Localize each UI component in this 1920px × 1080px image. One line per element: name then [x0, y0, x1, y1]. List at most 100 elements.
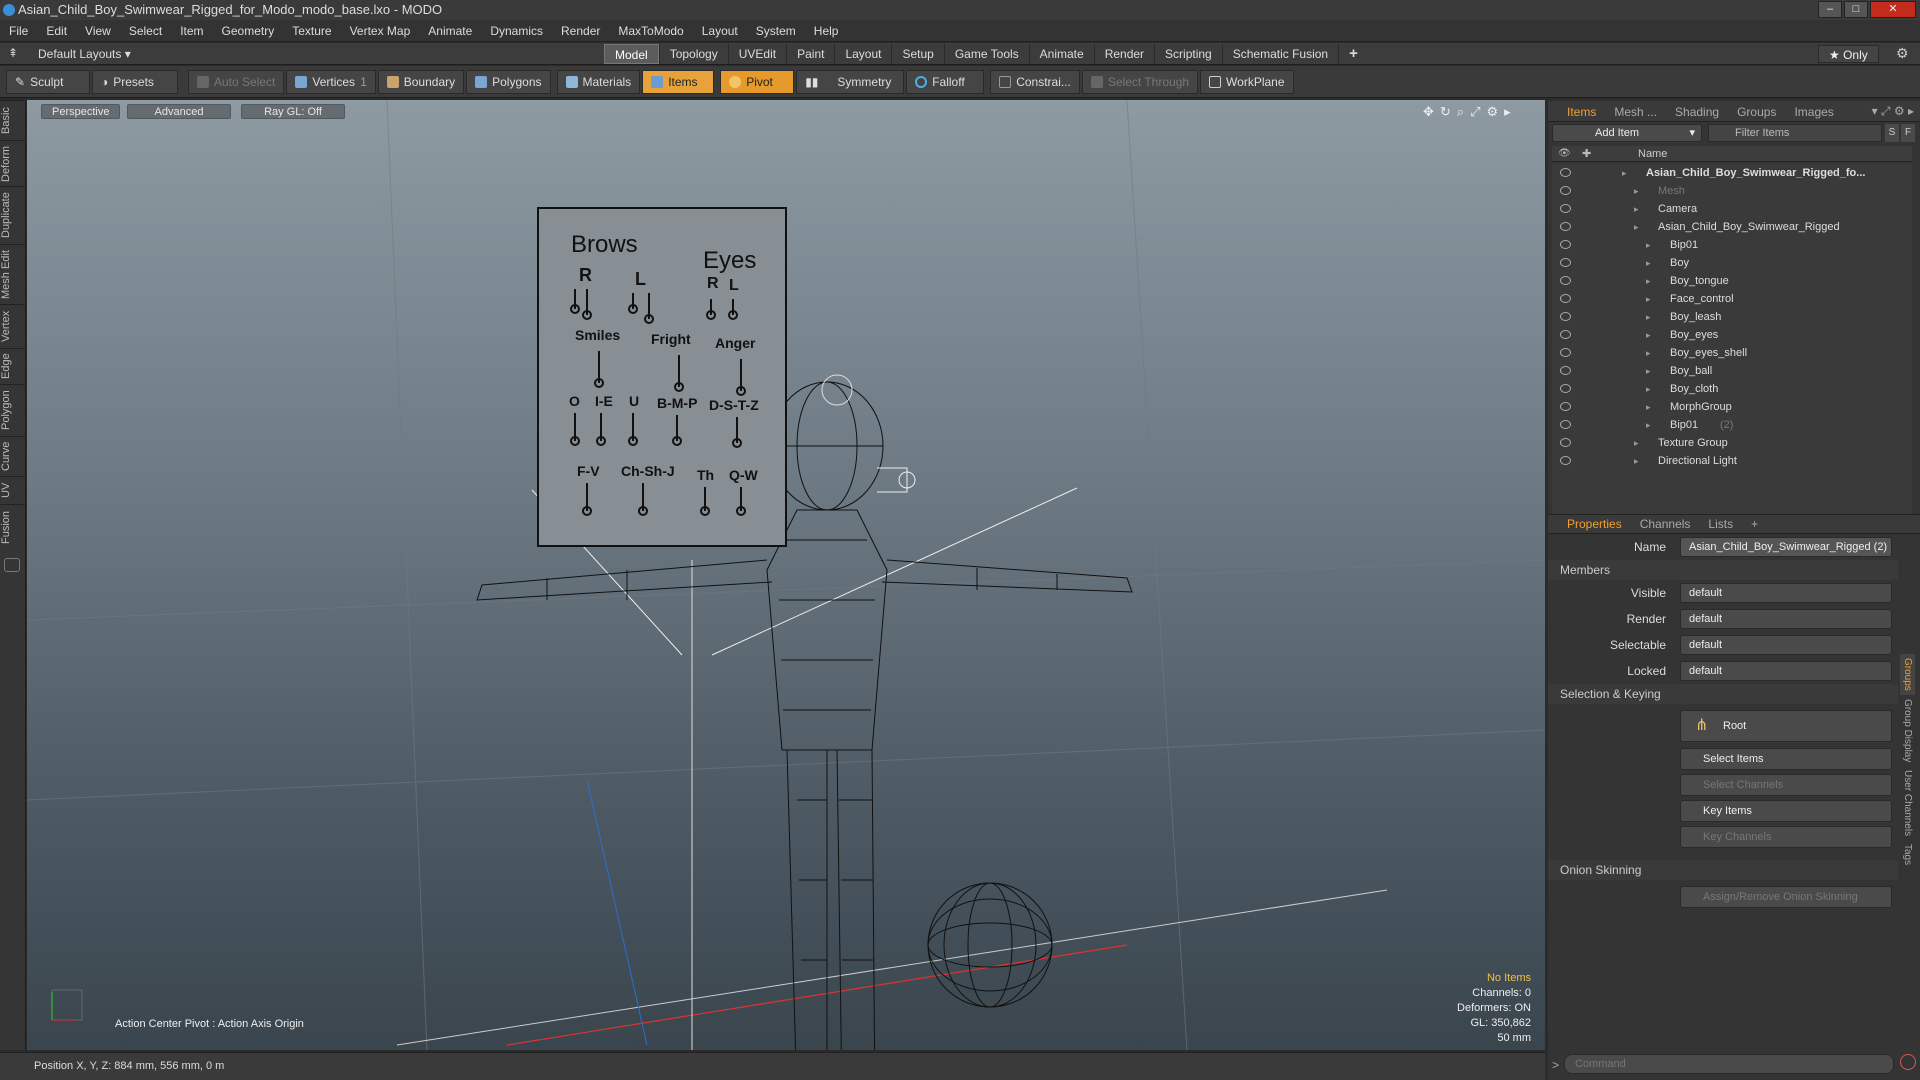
visibility-col-icon[interactable]: 👁	[1558, 148, 1571, 159]
expand-arrow-icon[interactable]: ▸	[1646, 308, 1651, 326]
add-item-button[interactable]: Add Item ▾	[1552, 124, 1702, 142]
members-section[interactable]: Members	[1548, 560, 1898, 580]
minimize-button[interactable]: –	[1818, 1, 1842, 18]
menu-vertex-map[interactable]: Vertex Map	[341, 20, 420, 42]
menu-texture[interactable]: Texture	[283, 20, 340, 42]
select-channels-button[interactable]: Select Channels	[1680, 774, 1892, 796]
menu-render[interactable]: Render	[552, 20, 609, 42]
select-through-button[interactable]: Select Through	[1081, 69, 1199, 94]
tab-mesh-edit[interactable]: Mesh Edit	[0, 244, 26, 304]
presets-button[interactable]: ◑ Presets	[92, 69, 178, 94]
tab-shading[interactable]: Shading	[1666, 103, 1728, 121]
tree-item[interactable]: ▸ Boy_eyes_shell	[1552, 344, 1912, 362]
s-button[interactable]: S	[1885, 124, 1899, 142]
f-button[interactable]: F	[1901, 124, 1915, 142]
side-tab-tags[interactable]: Tags	[1900, 840, 1915, 869]
falloff-button[interactable]: Falloff	[906, 69, 985, 94]
close-button[interactable]: ✕	[1870, 1, 1916, 18]
menu-maxtomodo[interactable]: MaxToModo	[609, 20, 692, 42]
tree-item[interactable]: ▸ Bip01	[1552, 236, 1912, 254]
filter-items-input[interactable]: Filter Items	[1708, 124, 1882, 142]
expand-arrow-icon[interactable]: ▸	[1634, 452, 1639, 470]
tree-item[interactable]: ▸ Asian_Child_Boy_Swimwear_Rigged	[1552, 218, 1912, 236]
tab-polygon[interactable]: Polygon	[0, 384, 26, 436]
expand-arrow-icon[interactable]: ▸	[1646, 290, 1651, 308]
eye-icon[interactable]	[1560, 402, 1571, 411]
select-items-button[interactable]: Select Items	[1680, 748, 1892, 770]
command-input[interactable]	[1564, 1054, 1894, 1074]
tab-fusion[interactable]: Fusion	[0, 504, 26, 550]
menu-geometry[interactable]: Geometry	[213, 20, 284, 42]
tree-item[interactable]: ▸ Camera	[1552, 200, 1912, 218]
tab-uvedit[interactable]: UVEdit	[727, 44, 786, 64]
expand-arrow-icon[interactable]: ▸	[1646, 362, 1651, 380]
tab-duplicate[interactable]: Duplicate	[0, 186, 26, 244]
eye-icon[interactable]	[1560, 366, 1571, 375]
symmetry-button[interactable]: ▮▮ Symmetry	[796, 69, 905, 94]
tab-layout[interactable]: Layout	[834, 44, 891, 64]
tab-images[interactable]: Images	[1785, 103, 1842, 121]
eye-icon[interactable]	[1560, 222, 1571, 231]
side-tab-user-channels[interactable]: User Channels	[1900, 766, 1915, 840]
expand-arrow-icon[interactable]: ▸	[1634, 200, 1639, 218]
gear-icon[interactable]: ⚙	[1896, 45, 1909, 62]
expand-arrow-icon[interactable]: ▸	[1646, 380, 1651, 398]
selectable-dropdown[interactable]: default	[1680, 635, 1892, 655]
tree-item[interactable]: ▸ Boy_eyes	[1552, 326, 1912, 344]
tab-channels[interactable]: Channels	[1631, 515, 1700, 533]
name-column-header[interactable]: Name	[1638, 148, 1667, 160]
menu-edit[interactable]: Edit	[37, 20, 76, 42]
tab-deform[interactable]: Deform	[0, 140, 26, 186]
palette-toggle-icon[interactable]	[4, 558, 20, 572]
expand-arrow-icon[interactable]: ▸	[1634, 182, 1639, 200]
layout-preset-dropdown[interactable]: Default Layouts ▾	[38, 47, 131, 61]
tab-edge[interactable]: Edge	[0, 348, 26, 384]
tree-item[interactable]: ▸ Asian_Child_Boy_Swimwear_Rigged_fo...	[1552, 164, 1912, 182]
tab-render[interactable]: Render	[1093, 44, 1154, 64]
menu-animate[interactable]: Animate	[419, 20, 481, 42]
tree-item[interactable]: ▸ Boy_tongue	[1552, 272, 1912, 290]
render-dropdown[interactable]: default	[1680, 609, 1892, 629]
maximize-button[interactable]: □	[1844, 1, 1868, 18]
tab-properties[interactable]: Properties	[1558, 515, 1631, 533]
side-tab-group-display[interactable]: Group Display	[1900, 695, 1915, 766]
key-channels-button[interactable]: Key Channels	[1680, 826, 1892, 848]
tab-vertex[interactable]: Vertex	[0, 304, 26, 348]
tab-basic[interactable]: Basic	[0, 100, 26, 140]
menu-select[interactable]: Select	[120, 20, 171, 42]
expand-arrow-icon[interactable]: ▸	[1634, 434, 1639, 452]
eye-icon[interactable]	[1560, 420, 1571, 429]
eye-icon[interactable]	[1560, 258, 1571, 267]
expand-arrow-icon[interactable]: ▸	[1646, 326, 1651, 344]
polygons-button[interactable]: Polygons	[466, 69, 551, 94]
menu-item[interactable]: Item	[171, 20, 212, 42]
root-button[interactable]: ⋔ Root	[1680, 710, 1892, 742]
tree-item[interactable]: ▸ Texture Group	[1552, 434, 1912, 452]
expand-arrow-icon[interactable]: ▸	[1646, 272, 1651, 290]
tab-game-tools[interactable]: Game Tools	[943, 44, 1029, 64]
stop-icon[interactable]	[1900, 1054, 1916, 1070]
materials-button[interactable]: Materials	[556, 69, 641, 94]
menu-layout[interactable]: Layout	[693, 20, 747, 42]
expand-arrow-icon[interactable]: ▸	[1646, 236, 1651, 254]
eye-icon[interactable]	[1560, 438, 1571, 447]
menu-file[interactable]: File	[0, 20, 37, 42]
menu-dynamics[interactable]: Dynamics	[481, 20, 552, 42]
tab-schematic-fusion[interactable]: Schematic Fusion	[1221, 44, 1338, 64]
eye-icon[interactable]	[1560, 456, 1571, 465]
eye-icon[interactable]	[1560, 186, 1571, 195]
tab-lists[interactable]: Lists	[1699, 515, 1742, 533]
boundary-button[interactable]: Boundary	[377, 69, 465, 94]
menu-view[interactable]: View	[76, 20, 120, 42]
eye-icon[interactable]	[1560, 384, 1571, 393]
eye-icon[interactable]	[1560, 204, 1571, 213]
tree-item[interactable]: ▸ Directional Light	[1552, 452, 1912, 470]
side-tab-groups[interactable]: Groups	[1900, 654, 1915, 695]
tree-item[interactable]: ▸ Face_control	[1552, 290, 1912, 308]
tree-item[interactable]: ▸ Boy	[1552, 254, 1912, 272]
eye-icon[interactable]	[1560, 294, 1571, 303]
tab-curve[interactable]: Curve	[0, 436, 26, 476]
locked-dropdown[interactable]: default	[1680, 661, 1892, 681]
lock-col-icon[interactable]: ✚	[1582, 147, 1591, 160]
tab-setup[interactable]: Setup	[891, 44, 943, 64]
